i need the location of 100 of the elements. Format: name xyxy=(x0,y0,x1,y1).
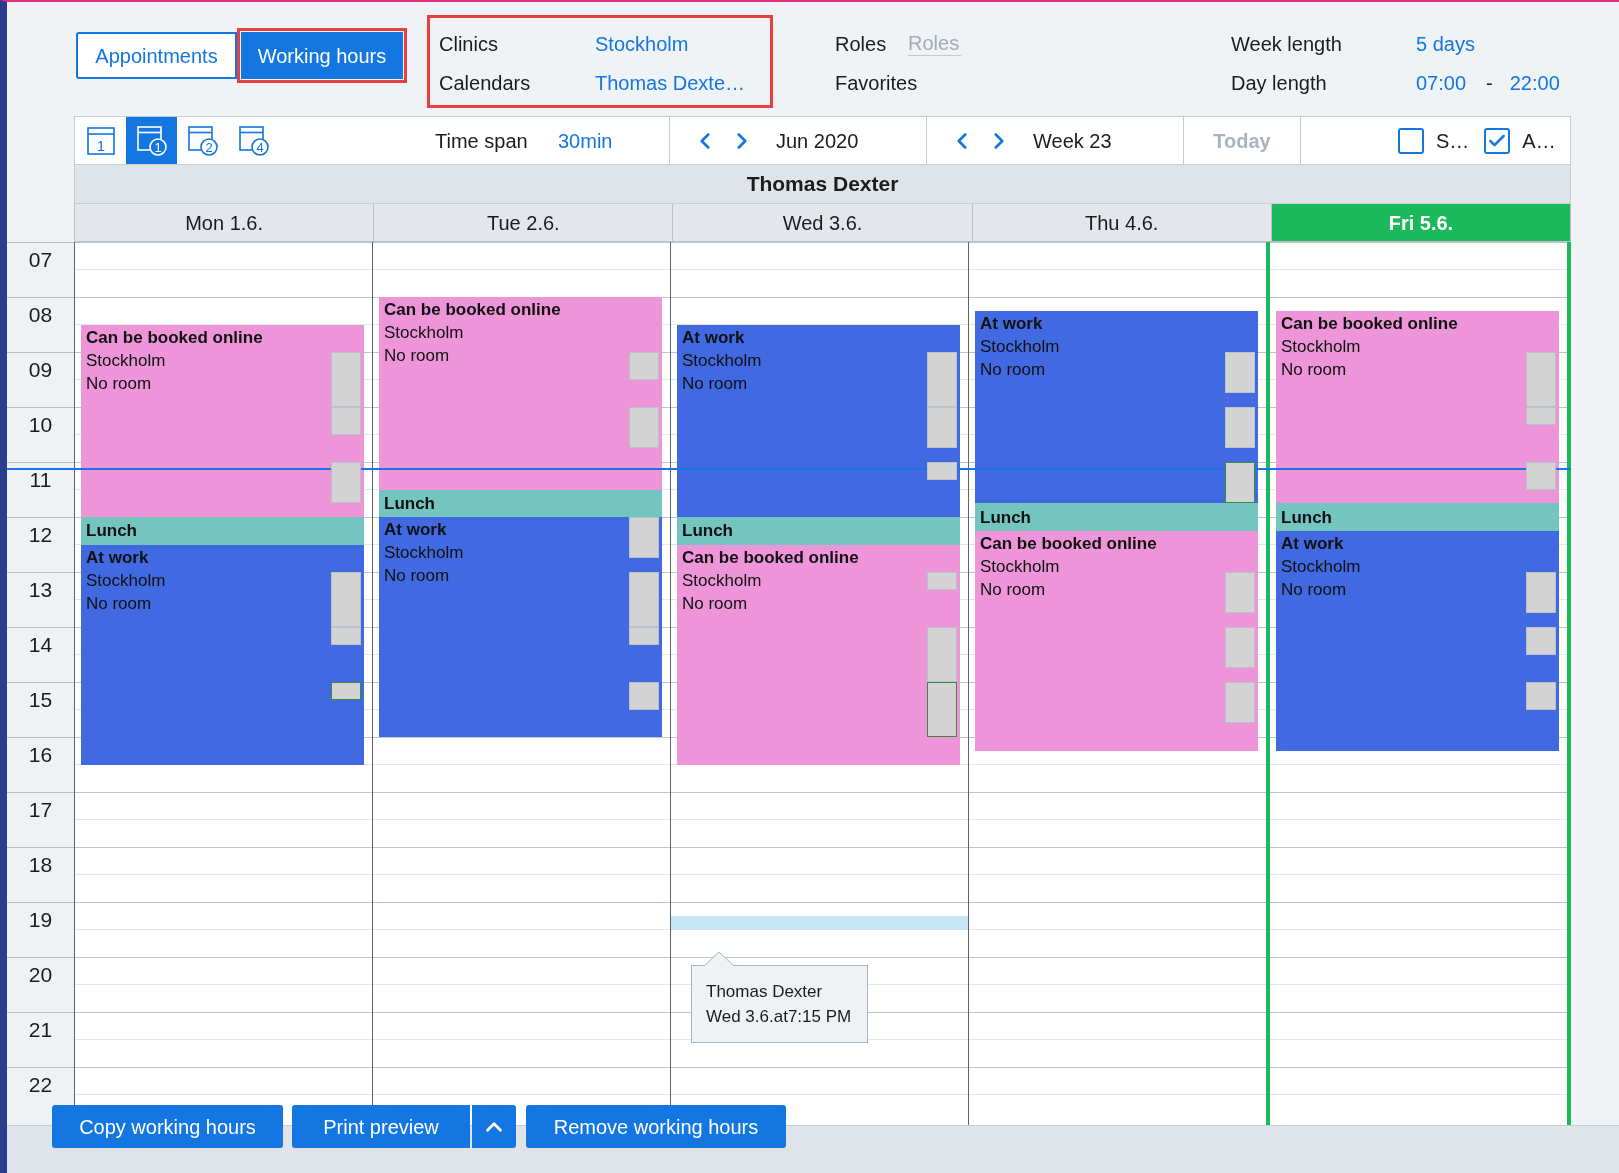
hour-label: 10 xyxy=(28,413,53,437)
week-length-value[interactable]: 5 days xyxy=(1416,28,1475,59)
event-room: No room xyxy=(1281,578,1347,601)
slot-block[interactable] xyxy=(1225,462,1255,504)
week-label: Week 23 xyxy=(1033,128,1112,154)
checkbox[interactable] xyxy=(1484,127,1511,154)
day-header[interactable]: Tue 2.6. xyxy=(374,204,674,242)
event-title: Lunch xyxy=(1281,506,1332,529)
calendar-event[interactable]: Can be booked online Stockholm No room xyxy=(81,324,364,517)
event-room: No room xyxy=(682,372,748,395)
event-title: At work xyxy=(980,312,1043,335)
event-room: No room xyxy=(980,578,1046,601)
hour-label: 20 xyxy=(28,963,53,987)
month-label: Jun 2020 xyxy=(776,128,859,154)
mode-tab[interactable]: Working hours xyxy=(241,32,403,79)
hour-label: 19 xyxy=(28,908,53,932)
view-button[interactable]: 1 xyxy=(126,117,177,164)
day-header[interactable]: Wed 3.6. xyxy=(673,204,973,242)
slot-block[interactable] xyxy=(1225,682,1255,724)
time-span-value[interactable]: 30min xyxy=(558,125,613,156)
day-start-value[interactable]: 07:00 xyxy=(1416,67,1467,98)
calendar-event[interactable]: Lunch xyxy=(677,517,960,545)
slot-block[interactable] xyxy=(629,407,659,449)
calendar-day-icon: 1 xyxy=(85,125,116,156)
event-title: Lunch xyxy=(980,506,1031,529)
hour-label: 15 xyxy=(28,688,53,712)
print-preview-button[interactable]: Print preview xyxy=(292,1105,470,1148)
event-location: Stockholm xyxy=(682,349,762,372)
action-button[interactable]: Copy working hours xyxy=(52,1105,283,1148)
event-room: No room xyxy=(384,565,450,587)
filter-value[interactable]: Stockholm xyxy=(595,28,689,59)
hour-label: 14 xyxy=(28,633,53,657)
calendar-event[interactable]: At work Stockholm No room xyxy=(677,324,960,517)
calendar-event[interactable]: At work Stockholm No room xyxy=(1276,530,1559,751)
event-location: Stockholm xyxy=(980,335,1060,358)
tooltip-title: Thomas Dexter xyxy=(706,980,823,1003)
calendar-event[interactable]: Lunch xyxy=(379,489,662,517)
slot-block[interactable] xyxy=(927,462,957,481)
day-header[interactable]: Thu 4.6. xyxy=(972,204,1272,242)
calendar-event[interactable]: At work Stockholm No room xyxy=(975,310,1258,504)
hour-label: 12 xyxy=(28,523,53,547)
event-room: No room xyxy=(980,358,1046,381)
calendar-event[interactable]: Can be booked online Stockholm No room xyxy=(379,297,662,490)
slot-block[interactable] xyxy=(629,627,659,646)
more-options-button[interactable] xyxy=(472,1105,516,1148)
slot-block[interactable] xyxy=(927,572,957,591)
day-end-value[interactable]: 22:00 xyxy=(1509,67,1560,98)
event-title: At work xyxy=(384,519,447,541)
event-location: Stockholm xyxy=(1281,555,1361,578)
event-title: Can be booked online xyxy=(384,299,561,321)
calendar-owner-header: Thomas Dexter xyxy=(74,165,1571,204)
slot-block[interactable] xyxy=(629,517,659,559)
checkbox-label: A… xyxy=(1522,128,1556,154)
slot-block[interactable] xyxy=(331,627,361,646)
hour-label: 08 xyxy=(28,303,53,327)
event-location: Stockholm xyxy=(86,569,166,592)
calendar-event[interactable]: Can be booked online Stockholm No room xyxy=(1276,310,1559,504)
hour-label: 09 xyxy=(28,358,53,382)
slot-block[interactable] xyxy=(1225,352,1255,394)
action-button[interactable]: Remove working hours xyxy=(526,1105,786,1148)
slot-block[interactable] xyxy=(1526,407,1556,426)
slot-block[interactable] xyxy=(927,407,957,449)
calendar-event[interactable]: At work Stockholm No room xyxy=(81,544,364,765)
favorites-label: Favorites xyxy=(835,70,918,96)
hour-label: 21 xyxy=(28,1018,53,1042)
filter-value[interactable]: Thomas Dexte… xyxy=(595,67,746,98)
event-location: Stockholm xyxy=(1281,335,1361,358)
event-title: Lunch xyxy=(682,520,733,543)
checkbox[interactable] xyxy=(1398,127,1424,154)
slot-block[interactable] xyxy=(927,682,957,737)
week-length-label: Week length xyxy=(1231,31,1343,57)
slot-block[interactable] xyxy=(1526,572,1556,614)
event-title: Lunch xyxy=(384,492,435,515)
filter-label: Calendars xyxy=(439,70,532,96)
calendar-event[interactable]: Lunch xyxy=(1276,503,1559,531)
slot-block[interactable] xyxy=(1225,572,1255,614)
calendar-event[interactable]: Lunch xyxy=(975,503,1258,531)
hour-label: 11 xyxy=(29,468,52,492)
mode-tab[interactable]: Appointments xyxy=(76,32,237,79)
hour-label: 18 xyxy=(28,853,53,877)
day-header[interactable]: Mon 1.6. xyxy=(74,204,375,242)
calendar-event[interactable]: Can be booked online Stockholm No room xyxy=(975,530,1258,751)
slot-block[interactable] xyxy=(1225,407,1255,449)
calendar-event[interactable]: Can be booked online Stockholm No room xyxy=(677,544,960,765)
hour-label: 16 xyxy=(28,743,53,767)
calendar-event[interactable]: Lunch xyxy=(81,517,364,545)
event-room: No room xyxy=(384,345,450,367)
event-title: At work xyxy=(86,546,149,569)
hour-label: 17 xyxy=(28,798,53,822)
calendar-event[interactable]: At work Stockholm No room xyxy=(379,517,662,737)
slot-block[interactable] xyxy=(331,682,361,701)
event-room: No room xyxy=(682,592,748,615)
event-location: Stockholm xyxy=(384,322,464,344)
event-title: At work xyxy=(682,326,745,349)
event-location: Stockholm xyxy=(384,542,464,564)
slot-block[interactable] xyxy=(1225,627,1255,669)
event-title: Can be booked online xyxy=(682,546,859,569)
slot-block[interactable] xyxy=(331,462,361,504)
event-room: No room xyxy=(1281,358,1347,381)
day-header[interactable]: Fri 5.6. xyxy=(1271,204,1571,242)
